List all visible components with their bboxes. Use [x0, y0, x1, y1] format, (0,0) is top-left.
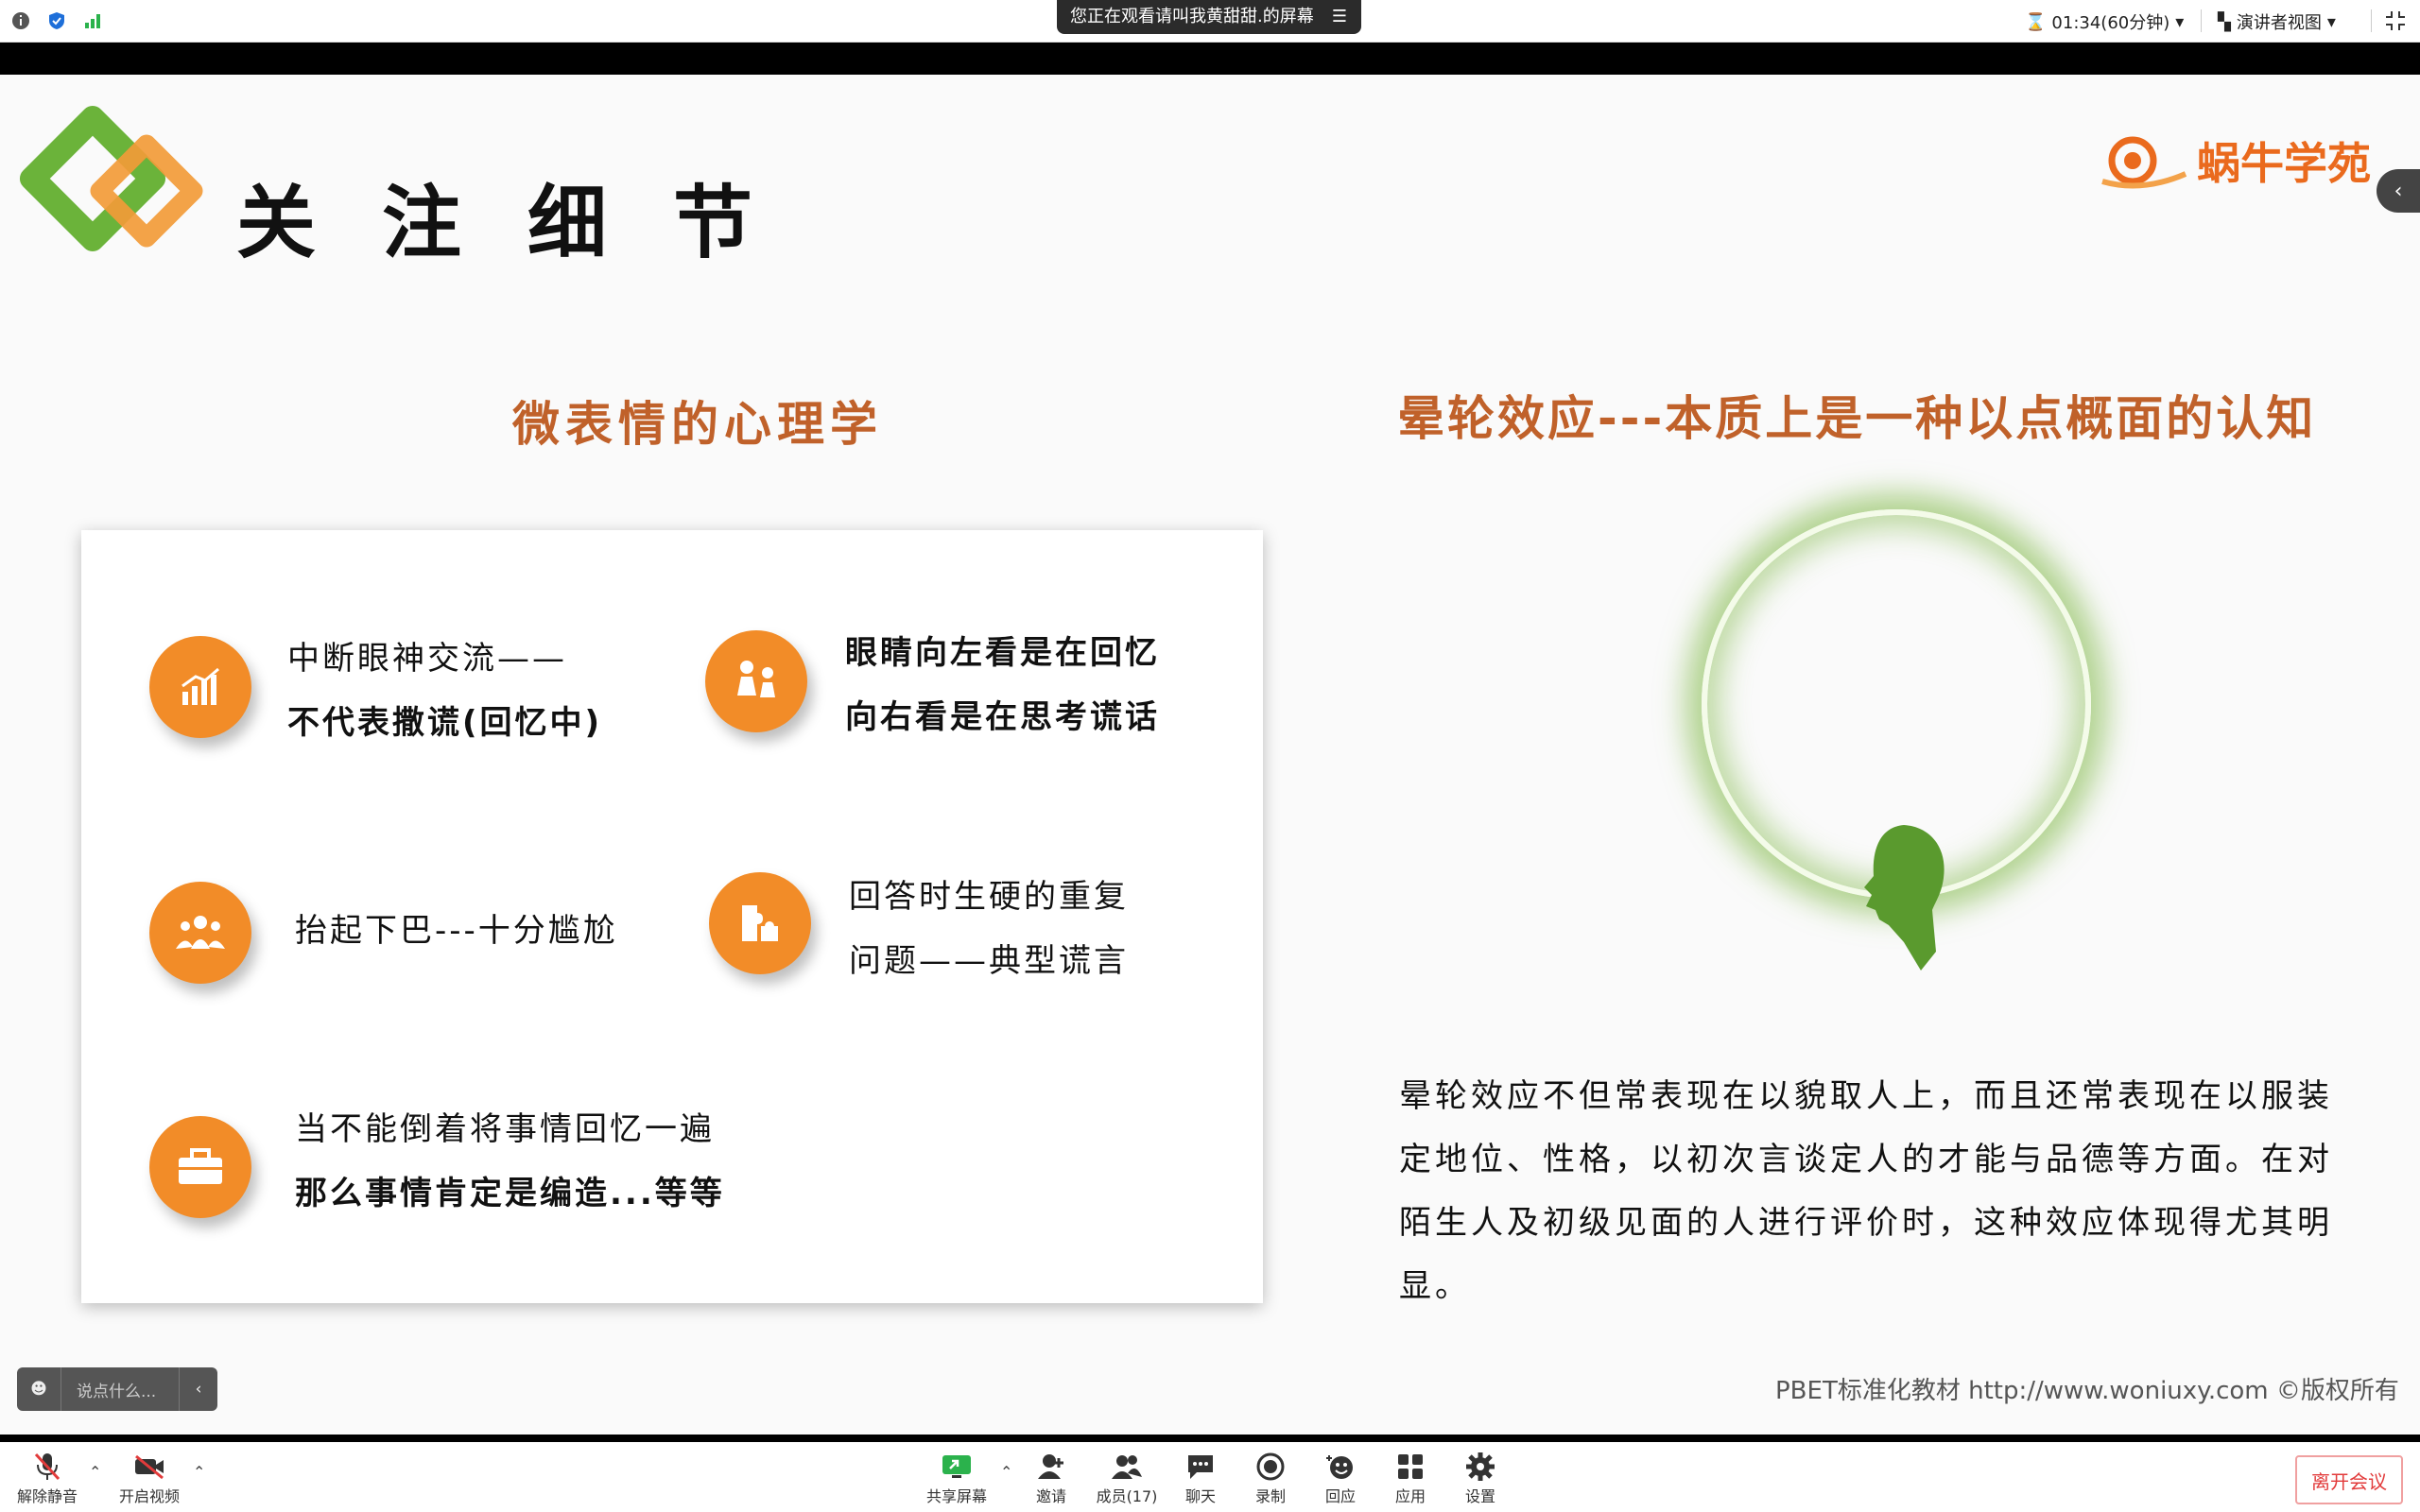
shared-slide: 关注细节 蜗牛学苑 微表情的心理学 晕轮效应---本质上是一种以点概面的认知 中…	[0, 75, 2420, 1435]
letterbox-bottom	[0, 1435, 2420, 1442]
view-mode-dropdown[interactable]: ▚ 演讲者视图 ▾	[2218, 9, 2336, 34]
brand-name: 蜗牛学苑	[2197, 138, 2371, 189]
item-line: 问题——典型谎言	[849, 942, 1129, 980]
screen-share-notice[interactable]: 您正在观看请叫我黄甜甜.的屏幕 ☰	[1057, 0, 1361, 34]
shield-icon[interactable]	[47, 11, 66, 30]
start-video-button[interactable]: 开启视频	[112, 1450, 187, 1506]
chart-icon	[149, 636, 251, 738]
chevron-down-icon: ▾	[2175, 11, 2185, 32]
list-item: 抬起下巴---十分尴尬	[295, 899, 618, 963]
group-icon	[149, 882, 251, 984]
invite-button[interactable]: 邀请	[1013, 1450, 1089, 1506]
list-item: 眼睛向左看是在回忆 向右看是在思考谎话	[845, 621, 1160, 749]
chevron-down-icon: ▾	[2326, 11, 2336, 32]
item-line: 回答时生硬的重复	[849, 878, 1129, 916]
members-button[interactable]: 成员(17)	[1089, 1450, 1165, 1506]
item-line: 不代表撒谎(回忆中)	[287, 704, 603, 742]
reactions-label: 回应	[1324, 1487, 1356, 1505]
apps-grid-icon	[1393, 1450, 1427, 1484]
meeting-timer[interactable]: ⌛ 01:34(60分钟) ▾	[2025, 9, 2184, 34]
item-line: 眼睛向左看是在回忆	[845, 634, 1160, 672]
divider	[2371, 9, 2372, 32]
start-video-label: 开启视频	[118, 1487, 180, 1505]
settings-button[interactable]: 设置	[1443, 1450, 1518, 1506]
halo-effect-description: 晕轮效应不但常表现在以貌取人上，而且还常表现在以服装定地位、性格，以初次言谈定人…	[1399, 1077, 2333, 1305]
item-line: 中断眼神交流——	[287, 640, 567, 678]
item-line: 当不能倒着将事情回忆一遍	[295, 1110, 715, 1148]
letterbox-top	[0, 43, 2420, 75]
hourglass-icon: ⌛	[2025, 11, 2047, 32]
left-heading: 微表情的心理学	[512, 397, 883, 452]
gear-icon	[1463, 1450, 1497, 1484]
layout-icon: ▚	[2218, 11, 2231, 32]
chat-bubble-icon	[1184, 1450, 1218, 1484]
slide-title: 关注细节	[236, 177, 820, 269]
top-status-bar: 您正在观看请叫我黄甜甜.的屏幕 ☰ ⌛ 01:34(60分钟) ▾ ▚ 演讲者视…	[0, 0, 2420, 43]
chevron-up-icon[interactable]: ⌃	[89, 1463, 101, 1481]
puzzle-icon	[709, 872, 811, 974]
record-icon	[1253, 1450, 1288, 1484]
unmute-label: 解除静音	[16, 1487, 78, 1505]
members-label: 成员(17)	[1096, 1487, 1158, 1505]
mic-muted-icon	[30, 1450, 64, 1484]
view-mode-label: 演讲者视图	[2236, 13, 2322, 33]
add-person-icon	[1034, 1450, 1068, 1484]
apps-button[interactable]: 应用	[1373, 1450, 1448, 1506]
micro-expression-card: 中断眼神交流—— 不代表撒谎(回忆中) 眼睛向左看是在回忆 向右看是在思考谎话 …	[81, 530, 1263, 1303]
share-screen-label: 共享屏幕	[925, 1487, 987, 1505]
people-icon	[705, 630, 807, 732]
emoji-icon[interactable]: ☻	[17, 1367, 61, 1411]
timer-text: 01:34(60分钟)	[2051, 13, 2170, 33]
unmute-button[interactable]: 解除静音	[9, 1450, 85, 1506]
chat-placeholder[interactable]: 说点什么...	[61, 1378, 179, 1401]
side-panel-toggle[interactable]: ‹	[2377, 169, 2420, 213]
invite-label: 邀请	[1035, 1487, 1066, 1505]
signal-icon[interactable]	[83, 11, 102, 30]
chevron-up-icon[interactable]: ⌃	[1000, 1463, 1012, 1481]
item-line: 抬起下巴---十分尴尬	[295, 912, 618, 950]
head-silhouette-icon	[1864, 825, 1945, 971]
chevron-up-icon[interactable]: ⌃	[193, 1463, 205, 1481]
snail-icon	[2101, 136, 2187, 189]
record-label: 录制	[1254, 1487, 1286, 1505]
list-item: 中断眼神交流—— 不代表撒谎(回忆中)	[287, 627, 602, 755]
apps-label: 应用	[1394, 1487, 1426, 1505]
people-icon	[1110, 1450, 1144, 1484]
reactions-button[interactable]: 回应	[1303, 1450, 1378, 1506]
chat-input-box[interactable]: ☻ 说点什么... ‹	[17, 1367, 217, 1411]
list-item: 回答时生硬的重复 问题——典型谎言	[849, 865, 1129, 993]
leave-meeting-button[interactable]: 离开会议	[2295, 1455, 2403, 1504]
briefcase-icon	[149, 1116, 251, 1218]
menu-icon[interactable]: ☰	[1327, 0, 1352, 34]
collapse-chevron-icon[interactable]: ‹	[179, 1367, 217, 1411]
camera-off-icon	[132, 1450, 166, 1484]
divider	[2201, 9, 2202, 32]
item-line: 向右看是在思考谎话	[845, 698, 1160, 736]
right-heading: 晕轮效应---本质上是一种以点概面的认知	[1397, 391, 2317, 446]
share-screen-button[interactable]: 共享屏幕	[919, 1450, 994, 1506]
fullscreen-exit-icon[interactable]	[2384, 9, 2407, 32]
share-notice-text: 您正在观看请叫我黄甜甜.的屏幕	[1070, 7, 1314, 26]
smiley-icon	[1323, 1450, 1357, 1484]
info-icon[interactable]	[11, 11, 30, 30]
chat-button[interactable]: 聊天	[1163, 1450, 1238, 1506]
meeting-toolbar: 解除静音 ⌃ 开启视频 ⌃ 共享屏幕 ⌃ 邀请 成员(17) 聊天 录制 回应 …	[0, 1442, 2420, 1512]
item-line: 那么事情肯定是编造...等等	[295, 1175, 725, 1212]
copyright-footer: PBET标准化教材 http://www.woniuxy.com ©版权所有	[1775, 1377, 2399, 1405]
record-button[interactable]: 录制	[1233, 1450, 1308, 1506]
share-screen-icon	[940, 1450, 974, 1484]
list-item: 当不能倒着将事情回忆一遍 那么事情肯定是编造...等等	[295, 1097, 725, 1226]
chat-label: 聊天	[1184, 1487, 1216, 1505]
settings-label: 设置	[1464, 1487, 1495, 1505]
brand-logo: 蜗牛学苑	[2095, 129, 2371, 192]
